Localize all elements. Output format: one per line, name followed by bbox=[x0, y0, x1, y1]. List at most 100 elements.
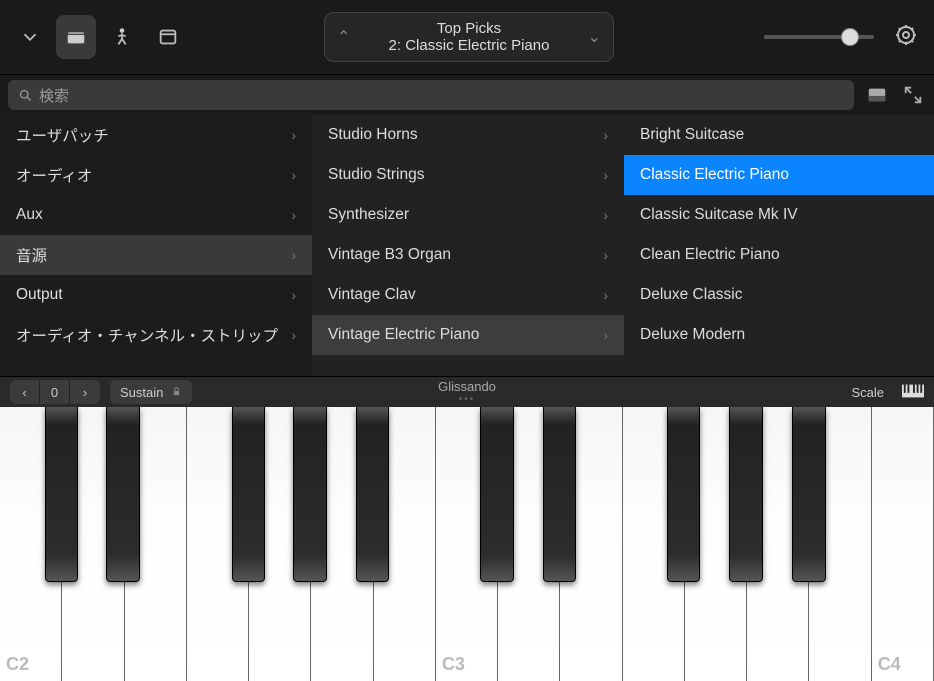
list-item-label: Vintage Clav bbox=[328, 286, 416, 304]
octave-value: 0 bbox=[40, 380, 70, 404]
list-item[interactable]: オーディオ・チャンネル・ストリップ › bbox=[0, 315, 312, 355]
white-key[interactable] bbox=[187, 407, 249, 681]
list-item-label: Studio Strings bbox=[328, 166, 425, 184]
chevron-right-icon: › bbox=[603, 327, 608, 343]
play-mode-label[interactable]: Glissando ••• bbox=[438, 379, 496, 405]
preset-selector[interactable]: ⌃ Top Picks 2: Classic Electric Piano ⌄ bbox=[324, 12, 614, 62]
list-item[interactable]: Classic Electric Piano bbox=[624, 155, 934, 195]
list-item-label: Output bbox=[16, 286, 63, 304]
top-toolbar: ⌃ Top Picks 2: Classic Electric Piano ⌄ bbox=[0, 0, 934, 75]
sustain-label: Sustain bbox=[120, 385, 163, 400]
scale-button[interactable]: Scale bbox=[851, 385, 884, 400]
browser-col-presets: Bright Suitcase Classic Electric Piano Cla… bbox=[624, 115, 934, 376]
browser-col-instruments: Studio Horns›Studio Strings›Synthesizer›… bbox=[312, 115, 624, 376]
chevron-right-icon: › bbox=[603, 287, 608, 303]
list-item-label: Synthesizer bbox=[328, 206, 409, 224]
key-label: C3 bbox=[442, 654, 465, 675]
list-item-label: オーディオ bbox=[16, 164, 92, 186]
list-item[interactable]: Bright Suitcase bbox=[624, 115, 934, 155]
list-item-label: 音源 bbox=[16, 244, 47, 266]
list-item[interactable]: ユーザパッチ › bbox=[0, 115, 312, 155]
performer-icon[interactable] bbox=[102, 15, 142, 59]
preset-next-icon[interactable]: ⌄ bbox=[588, 27, 601, 47]
list-item[interactable]: Studio Strings› bbox=[312, 155, 624, 195]
list-item[interactable]: Classic Suitcase Mk IV bbox=[624, 195, 934, 235]
white-key[interactable] bbox=[62, 407, 124, 681]
white-key[interactable] bbox=[747, 407, 809, 681]
octave-stepper[interactable]: ‹ 0 › bbox=[10, 380, 100, 404]
keyboard-layout-icon[interactable] bbox=[902, 384, 924, 401]
chevron-right-icon: › bbox=[291, 127, 296, 143]
white-key[interactable] bbox=[623, 407, 685, 681]
key-label: C4 bbox=[878, 654, 901, 675]
chevron-right-icon: › bbox=[603, 127, 608, 143]
list-item-label: オーディオ・チャンネル・ストリップ bbox=[16, 324, 278, 346]
list-item[interactable]: Aux › bbox=[0, 195, 312, 235]
list-item-label: Classic Electric Piano bbox=[640, 166, 789, 184]
list-item-label: Vintage B3 Organ bbox=[328, 246, 451, 264]
chevron-right-icon: › bbox=[291, 327, 296, 343]
search-input[interactable]: 検索 bbox=[8, 80, 854, 110]
list-item[interactable]: オーディオ › bbox=[0, 155, 312, 195]
chevron-right-icon: › bbox=[291, 287, 296, 303]
white-key[interactable]: C4 bbox=[872, 407, 934, 681]
sustain-button[interactable]: Sustain bbox=[110, 380, 192, 404]
white-key[interactable]: C2 bbox=[0, 407, 62, 681]
list-item[interactable]: Synthesizer › bbox=[312, 195, 624, 235]
white-key[interactable] bbox=[560, 407, 622, 681]
white-key[interactable] bbox=[685, 407, 747, 681]
white-key[interactable] bbox=[498, 407, 560, 681]
chevron-right-icon: › bbox=[291, 247, 296, 263]
library-icon[interactable] bbox=[56, 15, 96, 59]
search-placeholder: 検索 bbox=[39, 85, 69, 106]
white-key[interactable] bbox=[249, 407, 311, 681]
chevron-right-icon: › bbox=[603, 247, 608, 263]
chevron-right-icon: › bbox=[603, 207, 608, 223]
menu-dropdown-icon[interactable] bbox=[10, 15, 50, 59]
list-item[interactable]: Output › bbox=[0, 275, 312, 315]
window-icon[interactable] bbox=[148, 15, 188, 59]
settings-gear-icon[interactable] bbox=[894, 23, 918, 52]
white-key[interactable] bbox=[374, 407, 436, 681]
search-icon bbox=[18, 88, 33, 103]
patch-browser: ユーザパッチ›オーディオ›Aux›音源›Output›オーディオ・チャンネル・ス… bbox=[0, 115, 934, 376]
list-item-label: Aux bbox=[16, 206, 43, 224]
white-key[interactable]: C3 bbox=[436, 407, 498, 681]
keyboard-controls: ‹ 0 › Sustain Glissando ••• Scale bbox=[0, 376, 934, 407]
list-item-label: Vintage Electric Piano bbox=[328, 326, 479, 344]
list-item[interactable]: Studio Horns › bbox=[312, 115, 624, 155]
list-item-label: ユーザパッチ bbox=[16, 124, 109, 146]
preset-prev-icon[interactable]: ⌃ bbox=[337, 27, 350, 47]
chevron-right-icon: › bbox=[291, 167, 296, 183]
volume-thumb[interactable] bbox=[841, 28, 859, 46]
list-item[interactable]: Vintage Electric Piano › bbox=[312, 315, 624, 355]
octave-down-icon[interactable]: ‹ bbox=[10, 380, 40, 404]
list-item[interactable]: Deluxe Classic bbox=[624, 275, 934, 315]
list-item[interactable]: 音源 › bbox=[0, 235, 312, 275]
search-row: 検索 bbox=[0, 75, 934, 115]
white-key[interactable] bbox=[809, 407, 871, 681]
octave-up-icon[interactable]: › bbox=[70, 380, 100, 404]
list-item[interactable]: Vintage B3 Organ › bbox=[312, 235, 624, 275]
volume-slider[interactable] bbox=[764, 35, 874, 39]
piano-keyboard[interactable]: C2 C3 C4 bbox=[0, 407, 934, 681]
white-key[interactable] bbox=[311, 407, 373, 681]
list-item[interactable]: Clean Electric Piano bbox=[624, 235, 934, 275]
lock-icon bbox=[171, 385, 182, 400]
chevron-right-icon: › bbox=[291, 207, 296, 223]
page-dots: ••• bbox=[438, 394, 496, 405]
preset-line1: Top Picks bbox=[350, 20, 587, 37]
list-item-label: Classic Suitcase Mk IV bbox=[640, 206, 798, 224]
key-label: C2 bbox=[6, 654, 29, 675]
white-key[interactable] bbox=[125, 407, 187, 681]
list-item-label: Clean Electric Piano bbox=[640, 246, 780, 264]
list-item-label: Deluxe Modern bbox=[640, 326, 745, 344]
list-item[interactable]: Vintage Clav › bbox=[312, 275, 624, 315]
list-item[interactable]: Deluxe Modern bbox=[624, 315, 934, 355]
view-mode-icon[interactable] bbox=[864, 82, 890, 108]
collapse-icon[interactable] bbox=[900, 82, 926, 108]
preset-title: Top Picks 2: Classic Electric Piano bbox=[350, 20, 587, 55]
list-item-label: Studio Horns bbox=[328, 126, 418, 144]
list-item-label: Deluxe Classic bbox=[640, 286, 743, 304]
browser-col-categories: ユーザパッチ›オーディオ›Aux›音源›Output›オーディオ・チャンネル・ス… bbox=[0, 115, 312, 376]
